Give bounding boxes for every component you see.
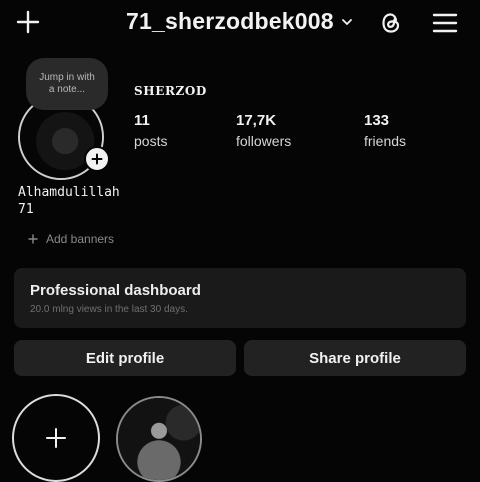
stat-followers[interactable]: 17,7K followers bbox=[236, 112, 291, 149]
menu-button[interactable] bbox=[430, 8, 460, 38]
bio-line: Alhamdulillah bbox=[18, 185, 120, 200]
stat-friends-label: friends bbox=[364, 133, 407, 149]
edit-profile-label: Edit profile bbox=[85, 349, 165, 367]
share-profile-button[interactable]: Share profile bbox=[244, 340, 466, 376]
username: 71_sherzodbek008 bbox=[126, 8, 334, 34]
menu-icon bbox=[432, 13, 458, 33]
professional-dashboard[interactable]: Professional dashboard 20.0 mlng views i… bbox=[14, 268, 466, 328]
stat-friends-value: 133 bbox=[364, 112, 390, 129]
stat-followers-label: followers bbox=[236, 133, 292, 149]
highlight-image bbox=[118, 398, 200, 480]
stat-posts[interactable]: 11 posts bbox=[134, 112, 167, 149]
plus-icon bbox=[28, 234, 38, 244]
note-bubble[interactable]: Jump in with a note... bbox=[26, 58, 108, 110]
new-highlight-button[interactable] bbox=[12, 394, 100, 482]
threads-button[interactable] bbox=[376, 8, 406, 38]
bio-line: 71 bbox=[18, 202, 34, 217]
note-text: Jump in with a note... bbox=[39, 72, 95, 95]
add-banners-button[interactable]: Add banners bbox=[28, 232, 114, 246]
dashboard-subtitle: 20.0 mlng views in the last 30 days. bbox=[30, 304, 188, 315]
plus-icon bbox=[91, 153, 103, 165]
stat-posts-value: 11 bbox=[134, 112, 150, 129]
new-post-button[interactable] bbox=[12, 6, 44, 38]
chevron-down-icon bbox=[341, 18, 352, 25]
plus-icon bbox=[46, 428, 66, 448]
share-profile-label: Share profile bbox=[309, 349, 401, 367]
dashboard-title: Professional dashboard bbox=[30, 282, 201, 299]
add-story-button[interactable] bbox=[84, 146, 110, 172]
bio: Alhamdulillah 71 bbox=[18, 184, 120, 218]
stat-posts-label: posts bbox=[134, 133, 168, 149]
account-switcher[interactable]: 71_sherzodbek008 bbox=[126, 8, 354, 35]
story-highlight[interactable] bbox=[116, 396, 202, 482]
stat-followers-value: 17,7K bbox=[236, 112, 277, 129]
display-name: SHERZOD bbox=[134, 84, 207, 98]
edit-profile-button[interactable]: Edit profile bbox=[14, 340, 236, 376]
add-banners-label: Add banners bbox=[46, 232, 115, 246]
threads-icon bbox=[382, 13, 400, 33]
stat-friends[interactable]: 133 friends bbox=[364, 112, 406, 149]
plus-icon bbox=[16, 10, 40, 34]
